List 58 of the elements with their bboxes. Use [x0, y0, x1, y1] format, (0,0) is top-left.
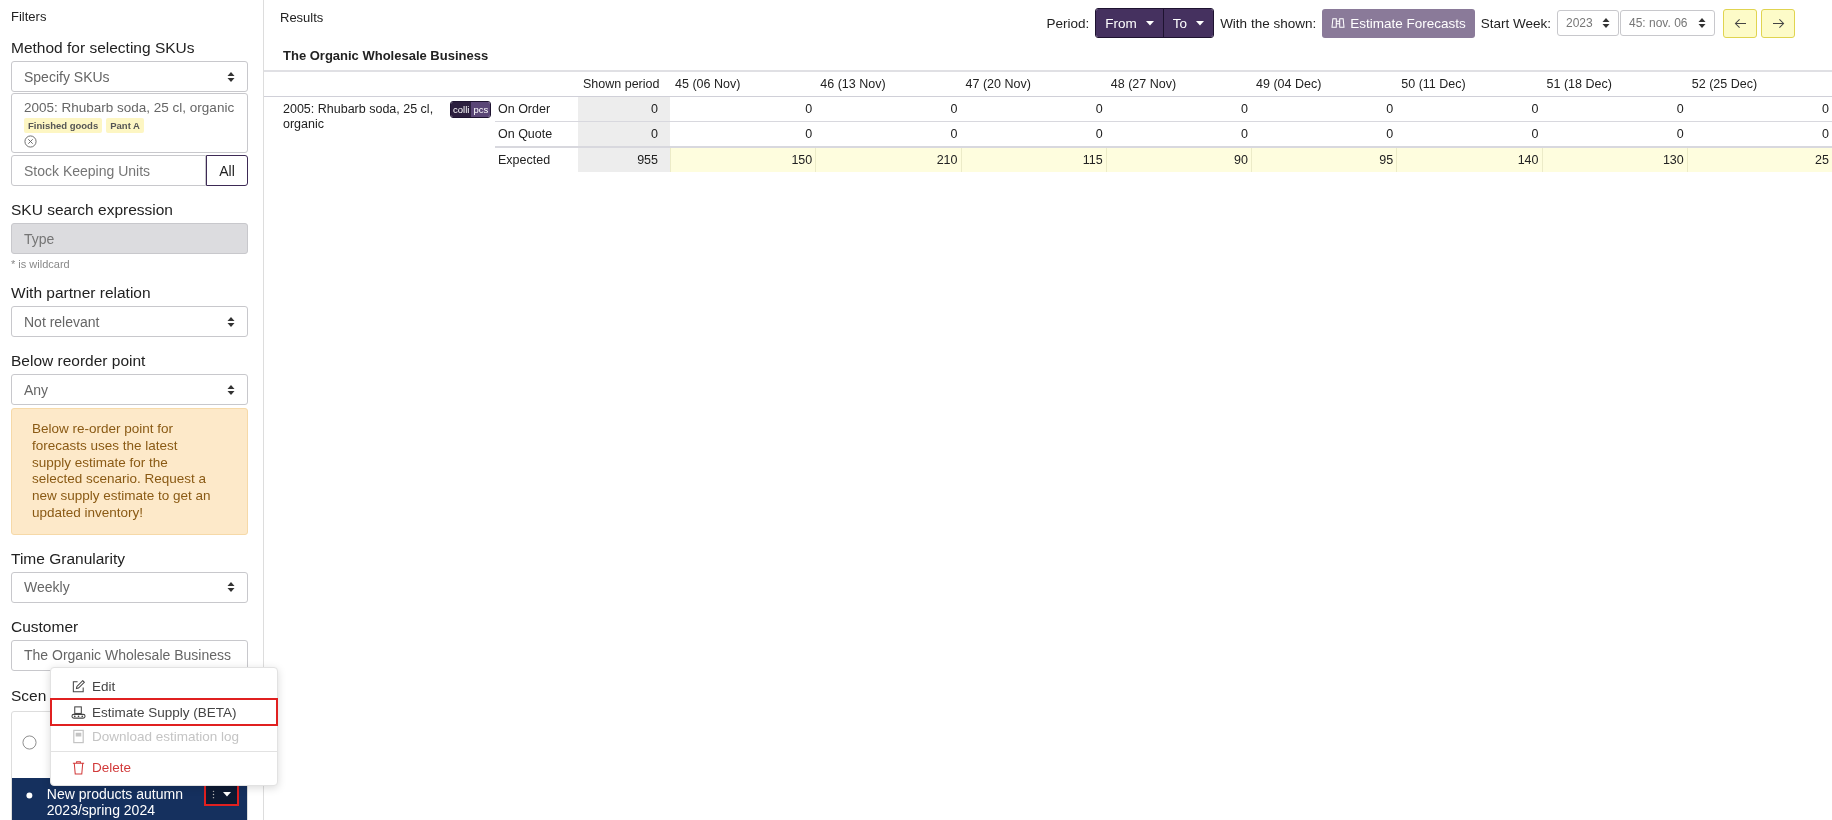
panel-title: Filters [11, 9, 48, 24]
table-cell: 955 [578, 148, 670, 172]
table-cell-text: 0 [949, 101, 959, 118]
table-cell-text: 0 [1530, 101, 1540, 118]
table-cell-text: 0 [1675, 126, 1685, 143]
table-cell: 115 [960, 148, 1106, 172]
table-cell-text: 0 [1530, 126, 1540, 143]
row-label: Expected [497, 152, 552, 169]
section-title: Results [280, 10, 324, 27]
field-label: Below reorder point [11, 352, 146, 370]
product-name: 2005: Rhubarb soda, 25 cl, organic [282, 101, 435, 133]
table-cell-text: 0 [1385, 126, 1395, 143]
tag: Finished goods [24, 118, 103, 133]
row-label: On Order [497, 101, 552, 118]
table-cell-text: 0 [1821, 101, 1830, 118]
column-header: 50 (11 Dec) [1400, 77, 1467, 91]
column-header: 52 (25 Dec) [1690, 77, 1759, 91]
field-label: Time Granularity [11, 549, 125, 568]
table-cell: 90 [1105, 148, 1251, 172]
table-cell-text: 0 [804, 101, 814, 118]
table-cell-text: 0 [1675, 101, 1685, 118]
field-label: SKU search expression [11, 201, 173, 219]
warning-message: Below re-order point for forecasts uses the latest supply estimate for the selected scenario. Request a new supply estimate to get an updated inventory! [11, 408, 248, 535]
table-cell: 0 [578, 97, 670, 121]
field-hint: * is wildcard [11, 258, 71, 270]
field-label: Customer [11, 617, 79, 636]
toolbar-label: Start Week: [1480, 15, 1551, 31]
table-cell: 95 [1251, 148, 1397, 172]
table-cell-text: 0 [1094, 126, 1104, 143]
column-header: 46 (13 Nov) [819, 77, 887, 91]
table-cell: 150 [670, 148, 816, 172]
table-cell-text: 0 [949, 126, 959, 143]
table-cell-text: 0 [1240, 101, 1249, 118]
column-header: 45 (06 Nov) [674, 77, 742, 91]
sku-name: 2005: Rhubarb soda, 25 cl, organic [24, 100, 236, 115]
column-header: Shown period [582, 77, 661, 91]
toolbar-label: With the shown: [1220, 15, 1317, 31]
table-cell-text: 0 [1094, 101, 1104, 118]
field-label: With partner relation [11, 284, 151, 302]
table-cell-text: 0 [1240, 126, 1249, 143]
table-cell: 210 [815, 148, 961, 172]
toolbar-label: Period: [1046, 15, 1090, 31]
tag: Pant A [106, 118, 144, 133]
column-header: 47 (20 Nov) [964, 77, 1032, 91]
table-cell: 25 [1686, 148, 1832, 172]
table-cell: 130 [1541, 148, 1687, 172]
column-header: 48 (27 Nov) [1109, 77, 1178, 91]
table-cell: 140 [1396, 148, 1542, 172]
field-label: Method for selecting SKUs [11, 39, 195, 57]
column-header: 51 (18 Dec) [1545, 77, 1613, 91]
table-cell-text: 0 [1821, 126, 1830, 143]
table-cell: 0 [578, 122, 670, 146]
table-cell-text: 0 [1385, 101, 1395, 118]
customer-heading: The Organic Wholesale Business [282, 47, 490, 63]
row-label: On Quote [497, 126, 554, 143]
table-cell-text: 0 [804, 126, 814, 143]
field-label: Scen [11, 686, 47, 705]
column-header: 49 (04 Dec) [1255, 77, 1323, 91]
